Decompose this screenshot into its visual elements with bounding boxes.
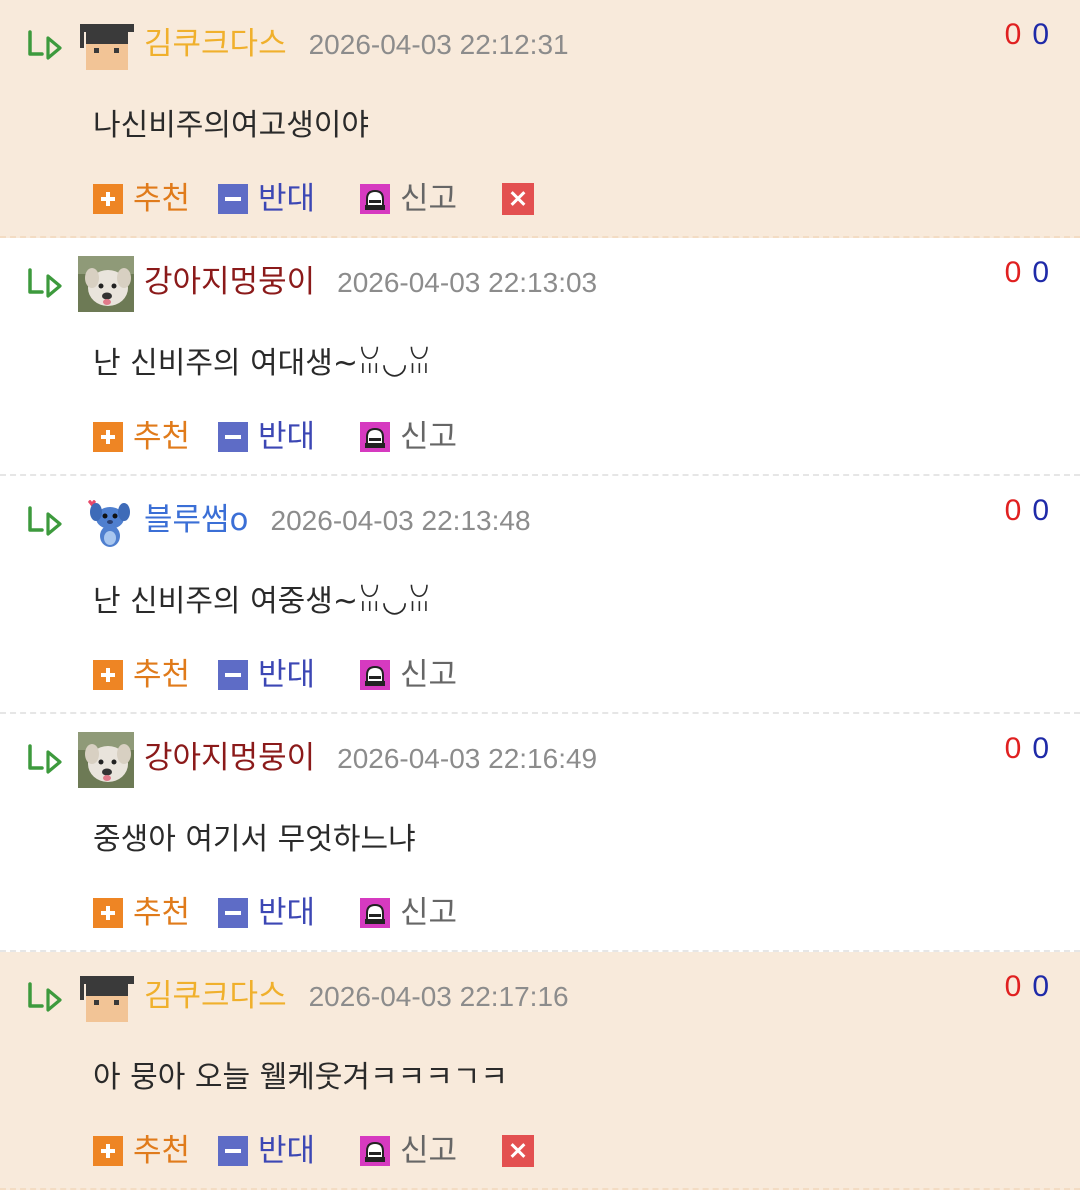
report-button[interactable]: 신고 [360,416,457,458]
comment-author-name[interactable]: 강아지멍뭉이 [144,740,315,776]
reply-arrow-icon [28,30,62,60]
comment-item: 블루썸o 2026-04-03 22:13:48 00 난 신비주의 여중생~ꈍ◡… [0,476,1080,714]
report-label: 신고 [400,657,458,693]
minus-icon [218,660,248,690]
recommend-count: 0 [1004,970,1023,1003]
oppose-count: 0 [1032,732,1050,765]
report-label: 신고 [400,419,458,455]
comment-author-name[interactable]: 김쿠크다스 [144,26,287,62]
siren-icon [360,898,390,928]
oppose-button[interactable]: 반대 [218,1130,315,1172]
vote-counts: 00 [1005,18,1050,52]
report-button[interactable]: 신고 [360,654,457,696]
recommend-button[interactable]: 추천 [93,1130,190,1172]
comment-text: 아 뭉아 오늘 웰케웃겨ㅋㅋㅋㄱㅋ [93,1060,509,1095]
comment-date: 2026-04-03 22:13:48 [270,505,531,536]
comment-text: 난 신비주의 여중생~ꈍ◡ꈍ [93,584,432,619]
vote-counts: 00 [1005,494,1050,528]
siren-icon [360,1136,390,1166]
recommend-button[interactable]: 추천 [93,178,190,220]
minus-icon [218,898,248,928]
recommend-label: 추천 [133,895,191,931]
reply-arrow-icon [28,506,62,536]
reply-arrow-icon [28,744,62,774]
puppy-photo-avatar-icon[interactable] [78,256,134,312]
comment-date: 2026-04-03 22:13:03 [337,267,598,298]
oppose-button[interactable]: 반대 [218,178,315,220]
report-label: 신고 [400,895,458,931]
reply-arrow-icon [28,982,62,1012]
close-icon [502,183,534,215]
oppose-button[interactable]: 반대 [218,654,315,696]
plus-icon [93,660,123,690]
vote-counts: 00 [1005,732,1050,766]
recommend-count: 0 [1004,732,1023,765]
comment-date: 2026-04-03 22:17:16 [308,981,569,1012]
comment-text: 나신비주의여고생이야 [93,108,369,143]
plus-icon [93,422,123,452]
comment-item: 강아지멍뭉이 2026-04-03 22:13:03 00 난 신비주의 여대생~… [0,238,1080,476]
oppose-button[interactable]: 반대 [218,892,315,934]
minus-icon [218,1136,248,1166]
graduation-cap-avatar-icon[interactable] [78,970,134,1026]
recommend-count: 0 [1004,18,1023,51]
plus-icon [93,898,123,928]
report-label: 신고 [400,1133,458,1169]
oppose-count: 0 [1032,18,1050,51]
report-label: 신고 [400,181,458,217]
stitch-avatar-icon[interactable] [78,494,134,550]
oppose-button[interactable]: 반대 [218,416,315,458]
comment-item: 김쿠크다스 2026-04-03 22:17:16 00 아 뭉아 오늘 웰케웃겨… [0,952,1080,1190]
comment-author-name[interactable]: 블루썸o [144,502,249,538]
recommend-label: 추천 [133,1133,191,1169]
report-button[interactable]: 신고 [360,892,457,934]
comment-author-name[interactable]: 강아지멍뭉이 [144,264,315,300]
vote-counts: 00 [1005,970,1050,1004]
recommend-label: 추천 [133,181,191,217]
oppose-count: 0 [1032,494,1050,527]
plus-icon [93,184,123,214]
vote-counts: 00 [1005,256,1050,290]
minus-icon [218,184,248,214]
report-button[interactable]: 신고 [360,178,457,220]
comment-date: 2026-04-03 22:16:49 [337,743,598,774]
comment-date: 2026-04-03 22:12:31 [308,29,569,60]
plus-icon [93,1136,123,1166]
oppose-label: 반대 [258,895,316,931]
oppose-label: 반대 [258,1133,316,1169]
puppy-photo-avatar-icon[interactable] [78,732,134,788]
recommend-button[interactable]: 추천 [93,892,190,934]
graduation-cap-avatar-icon[interactable] [78,18,134,74]
comment-author-name[interactable]: 김쿠크다스 [144,978,287,1014]
delete-button[interactable] [502,1135,534,1167]
siren-icon [360,660,390,690]
recommend-count: 0 [1004,256,1023,289]
siren-icon [360,422,390,452]
oppose-count: 0 [1032,256,1050,289]
comment-item: 강아지멍뭉이 2026-04-03 22:16:49 00 중생아 여기서 무엇하… [0,714,1080,952]
recommend-button[interactable]: 추천 [93,416,190,458]
recommend-button[interactable]: 추천 [93,654,190,696]
recommend-label: 추천 [133,657,191,693]
close-icon [502,1135,534,1167]
oppose-label: 반대 [258,181,316,217]
oppose-label: 반대 [258,419,316,455]
comment-item: 김쿠크다스 2026-04-03 22:12:31 00 나신비주의여고생이야 추… [0,0,1080,238]
oppose-label: 반대 [258,657,316,693]
reply-arrow-icon [28,268,62,298]
recommend-count: 0 [1004,494,1023,527]
oppose-count: 0 [1032,970,1050,1003]
minus-icon [218,422,248,452]
recommend-label: 추천 [133,419,191,455]
comment-text: 난 신비주의 여대생~ꈍ◡ꈍ [93,346,432,381]
comment-text: 중생아 여기서 무엇하느냐 [93,822,416,857]
siren-icon [360,184,390,214]
report-button[interactable]: 신고 [360,1130,457,1172]
delete-button[interactable] [502,183,534,215]
